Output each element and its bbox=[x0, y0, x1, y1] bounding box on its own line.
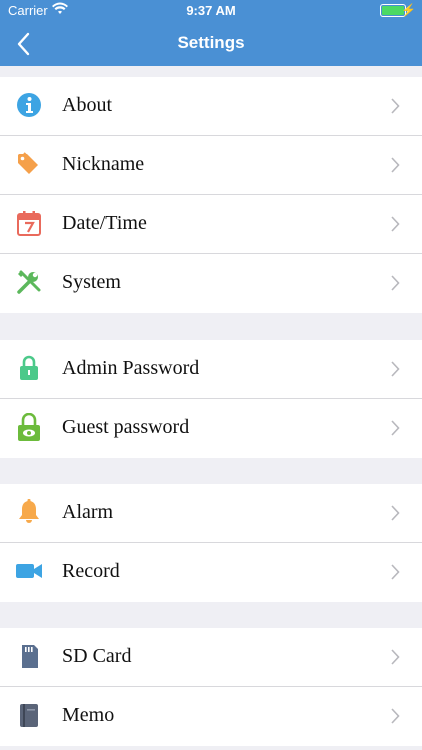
chevron-right-icon bbox=[390, 505, 400, 521]
page-title: Settings bbox=[177, 33, 245, 52]
chevron-right-icon bbox=[390, 216, 400, 232]
settings-group-storage: SD Card Memo bbox=[0, 628, 422, 746]
chevron-right-icon bbox=[390, 708, 400, 724]
row-memo[interactable]: Memo bbox=[0, 687, 422, 746]
lock-eye-icon bbox=[15, 412, 43, 441]
settings-group-recording: Alarm Record bbox=[0, 484, 422, 602]
row-sd-card[interactable]: SD Card bbox=[0, 628, 422, 687]
settings-group-security: Admin Password Guest password bbox=[0, 340, 422, 458]
lock-icon bbox=[15, 354, 43, 382]
row-label: Admin Password bbox=[62, 357, 200, 379]
clock: 9:37 AM bbox=[186, 3, 236, 18]
row-label: System bbox=[62, 271, 121, 293]
info-icon bbox=[15, 91, 43, 119]
chevron-right-icon bbox=[390, 564, 400, 580]
row-label: About bbox=[62, 94, 112, 116]
calendar-icon bbox=[15, 209, 43, 237]
row-label: Date/Time bbox=[62, 212, 147, 234]
row-label: Memo bbox=[62, 704, 115, 726]
row-label: Nickname bbox=[62, 153, 145, 175]
bell-icon bbox=[15, 498, 43, 526]
row-label: Record bbox=[62, 560, 120, 582]
row-nickname[interactable]: Nickname bbox=[0, 136, 422, 195]
navigation-bar: Settings bbox=[0, 22, 422, 66]
chevron-right-icon bbox=[390, 361, 400, 377]
row-label: SD Card bbox=[62, 645, 132, 667]
sd-card-icon bbox=[15, 642, 43, 670]
video-icon bbox=[15, 557, 43, 585]
chevron-right-icon bbox=[390, 157, 400, 173]
chevron-right-icon bbox=[390, 98, 400, 114]
tag-icon bbox=[15, 150, 43, 178]
chevron-right-icon bbox=[390, 649, 400, 665]
row-label: Alarm bbox=[62, 501, 114, 523]
row-system[interactable]: System bbox=[0, 254, 422, 313]
row-record[interactable]: Record bbox=[0, 543, 422, 602]
tools-icon bbox=[15, 268, 43, 296]
memo-icon bbox=[15, 701, 43, 729]
row-label: Guest password bbox=[62, 416, 190, 438]
row-about[interactable]: About bbox=[0, 77, 422, 136]
settings-group-general: About Nickname Date/Time System bbox=[0, 77, 422, 313]
charging-icon: ⚡ bbox=[401, 3, 416, 17]
row-date-time[interactable]: Date/Time bbox=[0, 195, 422, 254]
status-bar: Carrier 9:37 AM ⚡ bbox=[0, 0, 422, 22]
row-guest-password[interactable]: Guest password bbox=[0, 399, 422, 458]
row-alarm[interactable]: Alarm bbox=[0, 484, 422, 543]
chevron-right-icon bbox=[390, 275, 400, 291]
chevron-right-icon bbox=[390, 420, 400, 436]
row-admin-password[interactable]: Admin Password bbox=[0, 340, 422, 399]
